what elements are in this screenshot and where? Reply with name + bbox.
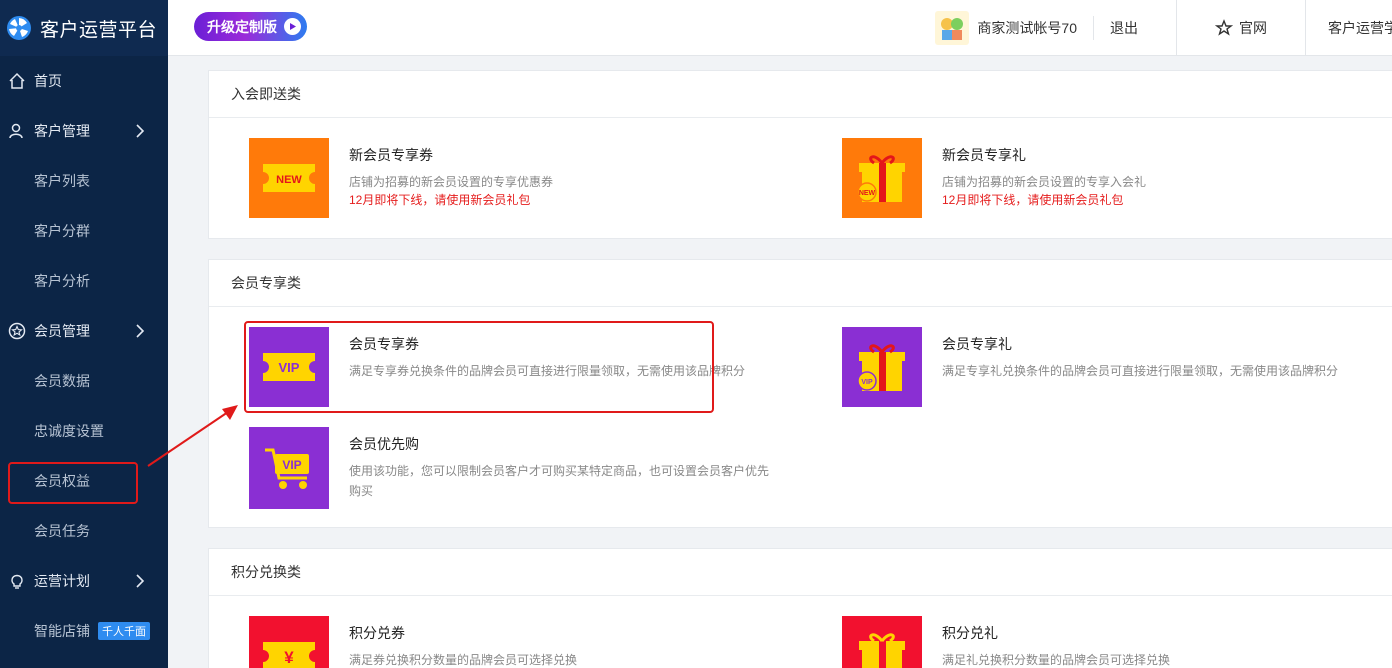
brand-logo-icon — [7, 16, 31, 40]
sidebar-item-label: 运营计划 — [34, 573, 90, 589]
svg-text:¥: ¥ — [284, 648, 294, 667]
svg-text:VIP: VIP — [282, 458, 301, 472]
site-label: 官网 — [1239, 20, 1267, 36]
card-new-member-gift[interactable]: NEW 新会员专享礼 店铺为招募的新会员设置的专享入会礼 12月即将下线，请使用… — [842, 138, 1382, 220]
sidebar-item-customer-list[interactable]: 客户列表 — [0, 156, 168, 206]
sidebar-item-label: 会员权益 — [34, 473, 90, 489]
vip-cart-tile-icon: VIP — [249, 427, 329, 509]
upgrade-button[interactable]: 升级定制版 — [194, 12, 307, 41]
sidebar-item-label: 忠诚度设置 — [34, 423, 104, 439]
official-site-link[interactable]: 官网 — [1177, 0, 1306, 56]
section-title: 积分兑换类 — [209, 549, 1392, 596]
card-title: 会员专享礼 — [942, 336, 1012, 352]
feature-badge: 千人千面 — [98, 622, 150, 640]
play-icon — [284, 18, 301, 35]
sidebar-item-home[interactable]: 首页 — [0, 56, 168, 106]
sidebar-item-member-benefits[interactable]: 会员权益 — [0, 456, 168, 506]
header-right: 商家测试帐号70 退出 官网 客户运营学 — [935, 0, 1392, 56]
logout-link[interactable]: 退出 — [1094, 0, 1177, 56]
card-member-priority-purchase[interactable]: VIP 会员优先购 使用该功能，您可以限制会员客户才可购买某特定商品，也可设置会… — [249, 427, 789, 509]
vip-gift-tile-icon: VIP — [842, 327, 922, 407]
chevron-right-icon — [136, 124, 145, 138]
svg-text:NEW: NEW — [276, 174, 302, 186]
card-points-gift[interactable]: 积分兑礼 满足礼兑换积分数量的品牌会员可选择兑换 — [842, 616, 1382, 668]
sidebar-item-label: 会员任务 — [34, 523, 90, 539]
sidebar-item-label: 客户分析 — [34, 273, 90, 289]
sidebar-nav: 首页 客户管理 客户列表 客户分群 客户分析 会员管理 会员数据 忠诚度设置 会… — [0, 56, 168, 656]
section-join-gift: 入会即送类 NEW 新会员专享券 店铺为招募的新会员设置的专享优惠券 12月即将… — [208, 70, 1392, 239]
sidebar-item-member-data[interactable]: 会员数据 — [0, 356, 168, 406]
card-desc: 满足礼兑换积分数量的品牌会员可选择兑换 — [942, 653, 1171, 667]
sidebar-item-label: 会员数据 — [34, 373, 90, 389]
highlight-box — [244, 321, 714, 413]
sidebar-item-customer-groups[interactable]: 客户分群 — [0, 206, 168, 256]
upgrade-label: 升级定制版 — [207, 18, 277, 35]
card-warning: 12月即将下线，请使用新会员礼包 — [942, 193, 1124, 207]
section-title: 入会即送类 — [209, 71, 1392, 118]
site-logo-icon — [1215, 19, 1233, 36]
account-name[interactable]: 商家测试帐号70 — [977, 16, 1094, 40]
section-points-exchange: 积分兑换类 ¥ 积分兑券 满足券兑换积分数量的品牌会员可选择兑换 积分兑礼 满足… — [208, 548, 1392, 668]
sidebar-item-label: 智能店铺 — [34, 623, 90, 639]
yuan-coupon-tile-icon: ¥ — [249, 616, 329, 668]
card-title: 会员优先购 — [349, 436, 419, 452]
sidebar-item-operation-plan[interactable]: 运营计划 — [0, 556, 168, 606]
card-title: 新会员专享礼 — [942, 147, 1026, 163]
card-title: 积分兑礼 — [942, 625, 998, 641]
top-header: 升级定制版 商家测试帐号70 退出 官网 客户运营学 — [168, 0, 1392, 56]
bulb-icon — [8, 572, 26, 590]
card-new-member-coupon[interactable]: NEW 新会员专享券 店铺为招募的新会员设置的专享优惠券 12月即将下线，请使用… — [249, 138, 789, 220]
card-desc: 满足券兑换积分数量的品牌会员可选择兑换 — [349, 653, 578, 667]
points-gift-tile-icon — [842, 616, 922, 668]
sidebar-item-customer-management[interactable]: 客户管理 — [0, 106, 168, 156]
member-icon — [8, 322, 26, 340]
sidebar-item-loyalty-settings[interactable]: 忠诚度设置 — [0, 406, 168, 456]
sidebar-item-label: 客户分群 — [34, 223, 90, 239]
brand[interactable]: 客户运营平台 — [0, 0, 168, 56]
sidebar: 客户运营平台 首页 客户管理 客户列表 客户分群 客户分析 会员管理 会员数据 … — [0, 0, 168, 668]
operation-academy-link[interactable]: 客户运营学 — [1306, 0, 1392, 56]
section-title: 会员专享类 — [209, 260, 1392, 307]
card-desc: 使用该功能，您可以限制会员客户才可购买某特定商品，也可设置会员客户优先购买 — [349, 464, 770, 498]
chevron-right-icon — [136, 574, 145, 588]
sidebar-item-member-tasks[interactable]: 会员任务 — [0, 506, 168, 556]
chevron-right-icon — [136, 324, 145, 338]
sidebar-item-label: 首页 — [34, 73, 62, 89]
sidebar-item-label: 客户列表 — [34, 173, 90, 189]
card-desc: 店铺为招募的新会员设置的专享优惠券 — [349, 175, 554, 189]
card-desc: 满足专享礼兑换条件的品牌会员可直接进行限量领取，无需使用该品牌积分 — [942, 364, 1339, 378]
card-desc: 店铺为招募的新会员设置的专享入会礼 — [942, 175, 1147, 189]
card-member-gift[interactable]: VIP 会员专享礼 满足专享礼兑换条件的品牌会员可直接进行限量领取，无需使用该品… — [842, 327, 1382, 409]
card-points-coupon[interactable]: ¥ 积分兑券 满足券兑换积分数量的品牌会员可选择兑换 — [249, 616, 789, 668]
card-warning: 12月即将下线，请使用新会员礼包 — [349, 193, 531, 207]
card-title: 积分兑券 — [349, 625, 405, 641]
sidebar-item-customer-analysis[interactable]: 客户分析 — [0, 256, 168, 306]
sidebar-item-smart-store[interactable]: 智能店铺 千人千面 — [0, 606, 168, 656]
sidebar-item-label: 会员管理 — [34, 323, 90, 339]
card-title: 新会员专享券 — [349, 147, 433, 163]
sidebar-item-label: 客户管理 — [34, 123, 90, 139]
new-coupon-tile-icon: NEW — [249, 138, 329, 218]
home-icon — [8, 72, 26, 90]
brand-title: 客户运营平台 — [40, 19, 158, 41]
customer-icon — [8, 122, 26, 140]
svg-text:NEW: NEW — [859, 190, 876, 197]
sidebar-item-member-management[interactable]: 会员管理 — [0, 306, 168, 356]
svg-text:VIP: VIP — [861, 379, 873, 386]
new-gift-tile-icon: NEW — [842, 138, 922, 218]
avatar[interactable] — [935, 11, 970, 45]
